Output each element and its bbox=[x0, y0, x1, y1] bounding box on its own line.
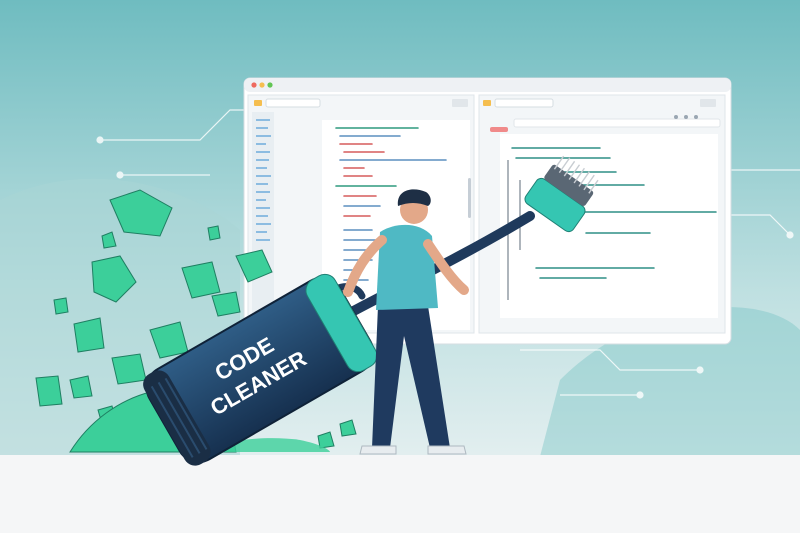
folder-icon[interactable] bbox=[483, 100, 491, 106]
window-close-dot[interactable] bbox=[251, 82, 257, 88]
right-code-area bbox=[500, 134, 718, 318]
right-pane-tab[interactable] bbox=[490, 127, 508, 132]
left-pane-scrollbar[interactable] bbox=[468, 178, 471, 218]
settings-icon[interactable] bbox=[674, 115, 678, 119]
window-titlebar bbox=[244, 78, 731, 92]
window-minimize-dot[interactable] bbox=[259, 82, 265, 88]
right-editor-pane bbox=[478, 94, 726, 334]
right-pane-address-bar[interactable] bbox=[494, 98, 554, 108]
folder-icon[interactable] bbox=[254, 100, 262, 106]
file-tree bbox=[252, 112, 274, 330]
floor bbox=[0, 455, 800, 533]
right-pane-controls-icon[interactable] bbox=[700, 99, 716, 107]
left-pane-controls-icon[interactable] bbox=[452, 99, 468, 107]
window-maximize-dot[interactable] bbox=[267, 82, 273, 88]
settings-icon[interactable] bbox=[694, 115, 698, 119]
code-cleaner-illustration: CODE CLEANER bbox=[0, 0, 800, 533]
settings-icon[interactable] bbox=[684, 115, 688, 119]
right-pane-toolbar bbox=[513, 118, 721, 128]
person-left-shoe bbox=[359, 445, 397, 455]
person-right-shoe bbox=[427, 445, 467, 455]
left-pane-address-bar[interactable] bbox=[265, 98, 321, 108]
